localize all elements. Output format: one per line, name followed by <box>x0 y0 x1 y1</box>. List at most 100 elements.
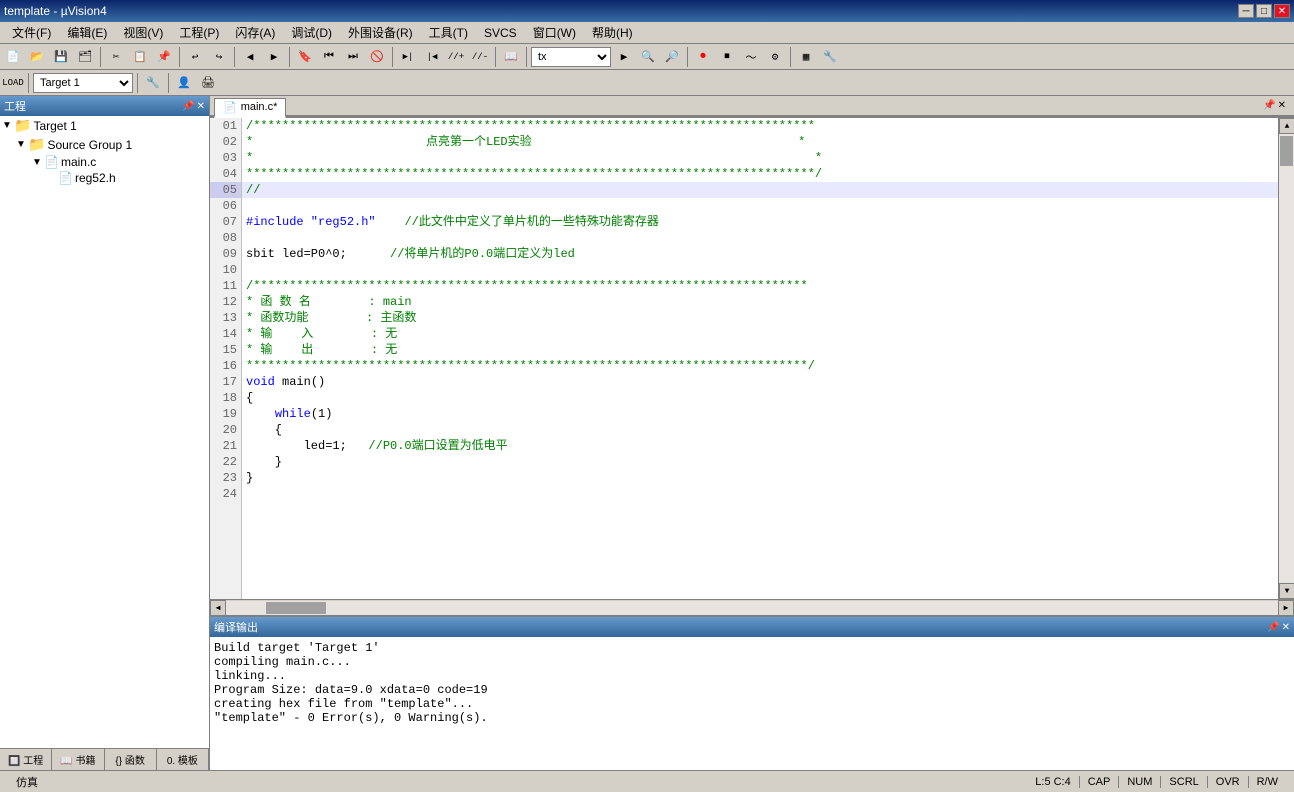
menu-window[interactable]: 窗口(W) <box>525 22 584 43</box>
bookmark-prev-button[interactable]: ⏮ <box>318 46 340 68</box>
indent-button[interactable]: ▶| <box>397 46 419 68</box>
restore-button[interactable]: □ <box>1256 4 1272 18</box>
scroll-thumb-v[interactable] <box>1280 136 1293 166</box>
expand-target-icon[interactable]: ▼ <box>2 120 14 131</box>
menu-svcs[interactable]: SVCS <box>476 24 525 42</box>
scroll-thumb-h[interactable] <box>266 602 326 614</box>
menu-tools[interactable]: 工具(T) <box>421 22 476 43</box>
bookmark-clear-button[interactable]: 🚫 <box>366 46 388 68</box>
load-button[interactable]: LOAD <box>2 72 24 94</box>
undo-button[interactable]: ↩ <box>184 46 206 68</box>
tab-templates[interactable]: 0. 模板 <box>157 749 209 770</box>
code-line-18: { <box>242 390 1278 406</box>
output-pin-icon[interactable]: 📌 <box>1267 622 1279 633</box>
search-find-button[interactable]: 🔍 <box>637 46 659 68</box>
expand-mainc-icon[interactable]: ▼ <box>32 157 44 168</box>
search-go-button[interactable]: ▶ <box>613 46 635 68</box>
search-ref-button[interactable]: 🔎 <box>661 46 683 68</box>
tree-file-reg52[interactable]: 📄 reg52.h <box>0 170 209 186</box>
tree-target[interactable]: ▼ 📁 Target 1 <box>0 116 209 135</box>
nav-fwd-button[interactable]: ▶ <box>263 46 285 68</box>
output-close-icon[interactable]: ✕ <box>1282 622 1290 633</box>
code-line-10 <box>242 262 1278 278</box>
panel-close-icon[interactable]: ✕ <box>197 101 205 112</box>
code-line-24 <box>242 486 1278 502</box>
search-combo[interactable]: tx <box>531 47 611 67</box>
target-user-button[interactable]: 👤 <box>173 72 195 94</box>
cut-button[interactable]: ✂ <box>105 46 127 68</box>
toolbar1: 📄 📂 💾 🗂 ✂ 📋 📌 ↩ ↪ ◀ ▶ 🔖 ⏮ ⏭ 🚫 ▶| |◀ //+ … <box>0 44 1294 70</box>
bookmark-next-button[interactable]: ⏭ <box>342 46 364 68</box>
copy-button[interactable]: 📋 <box>129 46 151 68</box>
menu-edit[interactable]: 编辑(E) <box>59 22 115 43</box>
debug-gear-button[interactable]: ⚙ <box>764 46 786 68</box>
editor-tab-mainc[interactable]: 📄 main.c* <box>214 98 286 118</box>
code-line-21: led=1; //P0.0端口设置为低电平 <box>242 438 1278 454</box>
scroll-down-button[interactable]: ▼ <box>1279 583 1294 599</box>
paste-button[interactable]: 📌 <box>153 46 175 68</box>
minimize-button[interactable]: ─ <box>1238 4 1254 18</box>
ln-21: 21 <box>210 438 241 454</box>
menu-debug[interactable]: 调试(D) <box>283 22 340 43</box>
tree-file-mainc[interactable]: ▼ 📄 main.c <box>0 154 209 170</box>
code-content[interactable]: /***************************************… <box>242 118 1278 599</box>
open-button[interactable]: 📂 <box>26 46 48 68</box>
sep5 <box>392 47 393 67</box>
code-editor[interactable]: 01 02 03 04 05 06 07 08 09 10 11 12 13 1… <box>210 118 1278 599</box>
target-options-button[interactable]: 🔧 <box>142 72 164 94</box>
tab-project[interactable]: 🔲 工程 <box>0 749 52 770</box>
debug-stop-button[interactable]: ⏹ <box>716 46 738 68</box>
expand-group-icon[interactable]: ▼ <box>16 139 28 150</box>
target-print-button[interactable]: 🖨 <box>197 72 219 94</box>
code-line-06 <box>242 198 1278 214</box>
output-content[interactable]: Build target 'Target 1' compiling main.c… <box>210 637 1294 770</box>
menu-view[interactable]: 视图(V) <box>115 22 171 43</box>
comment-button[interactable]: //+ <box>445 46 467 68</box>
output-line-2: compiling main.c... <box>214 655 1290 669</box>
tab-books[interactable]: 📖 书籍 <box>52 749 104 770</box>
sep9 <box>790 47 791 67</box>
ln-09: 09 <box>210 246 241 262</box>
nav-back-button[interactable]: ◀ <box>239 46 261 68</box>
menubar: 文件(F) 编辑(E) 视图(V) 工程(P) 闪存(A) 调试(D) 外围设备… <box>0 22 1294 44</box>
save-button[interactable]: 💾 <box>50 46 72 68</box>
sep2 <box>179 47 180 67</box>
unindent-button[interactable]: |◀ <box>421 46 443 68</box>
redo-button[interactable]: ↪ <box>208 46 230 68</box>
menu-flash[interactable]: 闪存(A) <box>227 22 283 43</box>
scroll-track-v[interactable] <box>1279 134 1294 583</box>
status-scrl: SCRL <box>1161 776 1207 788</box>
menu-peripherals[interactable]: 外围设备(R) <box>340 22 421 43</box>
display-options-button[interactable]: ▦ <box>795 46 817 68</box>
ln-04: 04 <box>210 166 241 182</box>
settings-button[interactable]: 🔧 <box>819 46 841 68</box>
horizontal-scrollbar[interactable]: ◀ ▶ <box>210 599 1294 615</box>
tree-group[interactable]: ▼ 📁 Source Group 1 <box>0 135 209 154</box>
panel-pin-icon[interactable]: 📌 <box>182 101 194 112</box>
scroll-right-button[interactable]: ▶ <box>1278 600 1294 616</box>
target-select[interactable]: Target 1 <box>33 73 133 93</box>
close-button[interactable]: ✕ <box>1274 4 1290 18</box>
menu-file[interactable]: 文件(F) <box>4 22 59 43</box>
tab-functions[interactable]: {} 函数 <box>105 749 157 770</box>
group-icon: 📁 <box>28 136 45 153</box>
tab-bar: 📄 main.c* 📌 ✕ <box>210 96 1294 118</box>
ln-13: 13 <box>210 310 241 326</box>
debug-start-button[interactable]: ⏺ <box>692 46 714 68</box>
menu-project[interactable]: 工程(P) <box>171 22 227 43</box>
scroll-up-button[interactable]: ▲ <box>1279 118 1294 134</box>
debug-wave-button[interactable]: 〜 <box>740 46 762 68</box>
scroll-left-button[interactable]: ◀ <box>210 600 226 616</box>
editor-close-icon[interactable]: ✕ <box>1278 100 1286 111</box>
vertical-scrollbar[interactable]: ▲ ▼ <box>1278 118 1294 599</box>
open-doc-button[interactable]: 📖 <box>500 46 522 68</box>
output-panel: 编译输出 📌 ✕ Build target 'Target 1' compili… <box>210 615 1294 770</box>
scroll-track-h[interactable] <box>226 601 1278 615</box>
editor-pin-icon[interactable]: 📌 <box>1263 100 1275 111</box>
uncomment-button[interactable]: //- <box>469 46 491 68</box>
code-line-05: // <box>242 182 1278 198</box>
bookmark-button[interactable]: 🔖 <box>294 46 316 68</box>
menu-help[interactable]: 帮助(H) <box>584 22 641 43</box>
save-all-button[interactable]: 🗂 <box>74 46 96 68</box>
new-button[interactable]: 📄 <box>2 46 24 68</box>
